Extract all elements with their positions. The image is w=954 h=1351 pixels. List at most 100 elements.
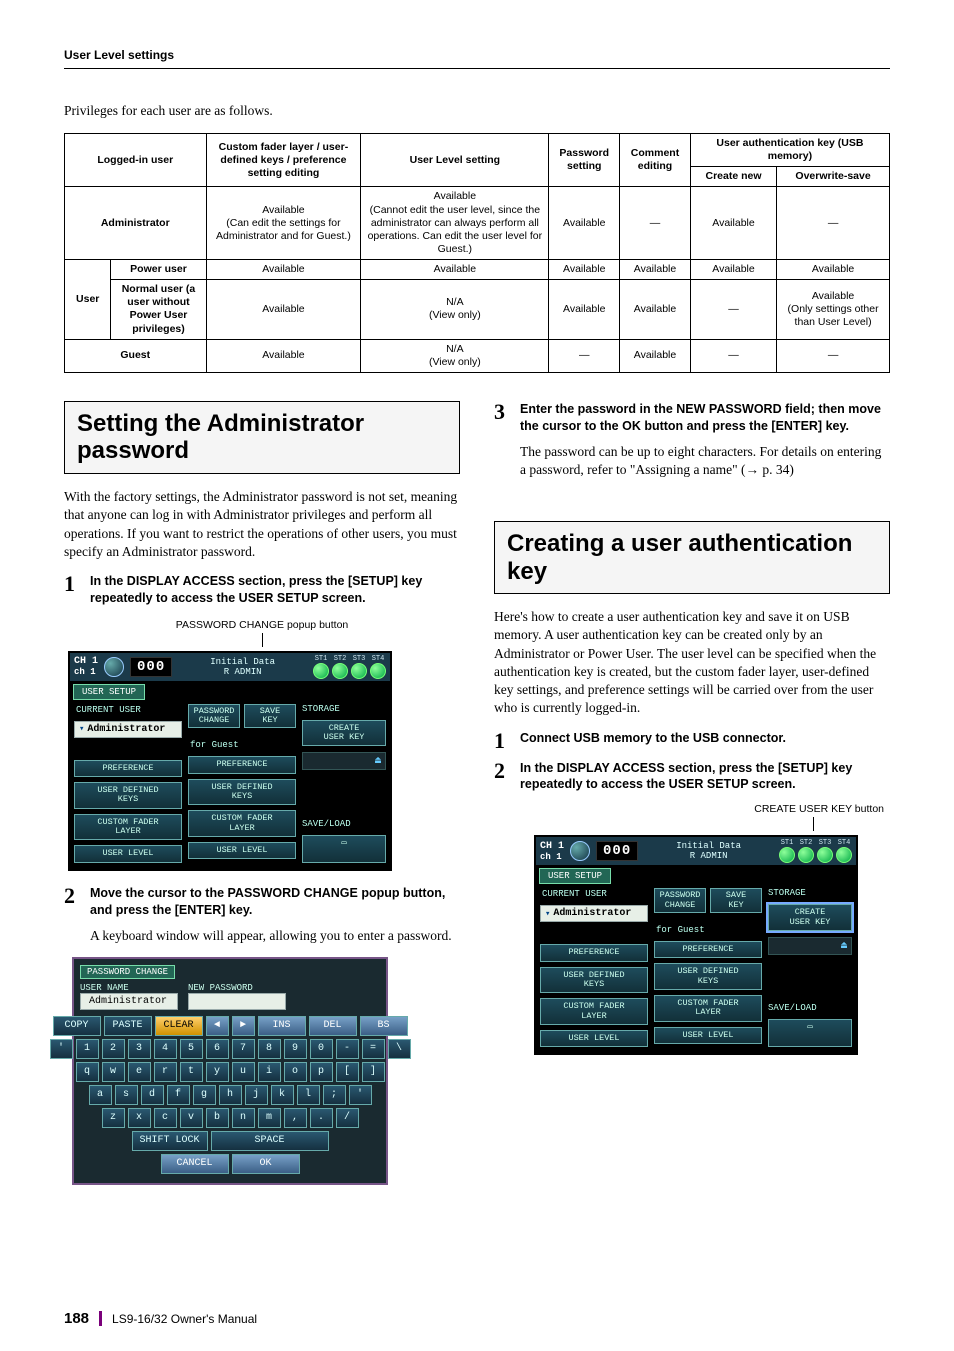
kbd-key[interactable]: 1 <box>76 1039 99 1059</box>
row-power: Power user <box>111 260 206 280</box>
save-key-button[interactable]: SAVE KEY <box>244 704 296 729</box>
kbd-key[interactable]: g <box>193 1085 216 1105</box>
kbd-key[interactable]: s <box>115 1085 138 1105</box>
kbd-key[interactable]: q <box>76 1062 99 1082</box>
kbd-key[interactable]: 8 <box>258 1039 281 1059</box>
kbd-key[interactable]: a <box>89 1085 112 1105</box>
step: 1 Connect USB memory to the USB connecto… <box>494 730 890 752</box>
kbd-key[interactable]: l <box>297 1085 320 1105</box>
kbd-key[interactable]: u <box>232 1062 255 1082</box>
user-level-button[interactable]: USER LEVEL <box>74 845 182 862</box>
kbd-key[interactable]: p <box>310 1062 333 1082</box>
kbd-key[interactable]: y <box>206 1062 229 1082</box>
kbd-key[interactable]: f <box>167 1085 190 1105</box>
kbd-key[interactable]: 3 <box>128 1039 151 1059</box>
kbd-key[interactable]: 5 <box>180 1039 203 1059</box>
user-level-guest-button[interactable]: USER LEVEL <box>654 1027 762 1044</box>
preference-button[interactable]: PREFERENCE <box>540 944 648 961</box>
kbd-key[interactable]: [ <box>336 1062 359 1082</box>
lcd-tab-user-setup[interactable]: USER SETUP <box>539 868 611 884</box>
kbd-key[interactable]: ' <box>349 1085 372 1105</box>
kbd-ok[interactable]: OK <box>232 1154 300 1174</box>
kbd-right-arrow[interactable]: ► <box>232 1016 255 1036</box>
custom-fader-layer-button[interactable]: CUSTOM FADER LAYER <box>540 998 648 1025</box>
kbd-key[interactable]: m <box>258 1108 281 1128</box>
kbd-key[interactable]: - <box>336 1039 359 1059</box>
custom-fader-layer-guest-button[interactable]: CUSTOM FADER LAYER <box>654 995 762 1022</box>
usb-slot-icon: ⏏ <box>302 752 386 770</box>
kbd-key[interactable]: 6 <box>206 1039 229 1059</box>
kbd-key[interactable]: \ <box>388 1039 411 1059</box>
user-defined-keys-button[interactable]: USER DEFINED KEYS <box>540 967 648 994</box>
kbd-key[interactable]: r <box>154 1062 177 1082</box>
lcd-user-field[interactable]: ▾Administrator <box>540 905 648 922</box>
kbd-shift-lock[interactable]: SHIFT LOCK <box>132 1131 208 1151</box>
lcd-tab-user-setup[interactable]: USER SETUP <box>73 684 145 700</box>
kbd-row: '1234567890-=\ <box>80 1039 380 1059</box>
save-key-button[interactable]: SAVE KEY <box>710 888 762 913</box>
st-indicator-icon <box>313 663 329 679</box>
kbd-key[interactable]: ] <box>362 1062 385 1082</box>
kbd-key[interactable]: k <box>271 1085 294 1105</box>
kbd-key[interactable]: b <box>206 1108 229 1128</box>
kbd-key[interactable]: c <box>154 1108 177 1128</box>
kbd-key[interactable]: 9 <box>284 1039 307 1059</box>
password-change-button[interactable]: PASSWORD CHANGE <box>188 704 240 729</box>
table-row: Administrator Available (Can edit the se… <box>65 187 890 260</box>
preference-guest-button[interactable]: PREFERENCE <box>188 756 296 773</box>
kbd-key[interactable]: . <box>310 1108 333 1128</box>
custom-fader-layer-button[interactable]: CUSTOM FADER LAYER <box>74 814 182 841</box>
password-change-button[interactable]: PASSWORD CHANGE <box>654 888 706 913</box>
create-user-key-button[interactable]: CREATE USER KEY <box>768 904 852 931</box>
kbd-key[interactable]: h <box>219 1085 242 1105</box>
kbd-key[interactable]: z <box>102 1108 125 1128</box>
sec1-para: With the factory settings, the Administr… <box>64 488 460 561</box>
kbd-paste[interactable]: PASTE <box>104 1016 152 1036</box>
kbd-key[interactable]: 7 <box>232 1039 255 1059</box>
kbd-key[interactable]: e <box>128 1062 151 1082</box>
kbd-ins[interactable]: INS <box>258 1016 306 1036</box>
save-load-button[interactable]: ▭ <box>302 835 386 863</box>
kbd-copy[interactable]: COPY <box>53 1016 101 1036</box>
user-level-guest-button[interactable]: USER LEVEL <box>188 842 296 859</box>
kbd-key[interactable]: n <box>232 1108 255 1128</box>
step: 2 In the DISPLAY ACCESS section, press t… <box>494 760 890 794</box>
kbd-key[interactable]: 4 <box>154 1039 177 1059</box>
kbd-key[interactable]: v <box>180 1108 203 1128</box>
lcd-scene-number: 000 <box>130 657 172 677</box>
custom-fader-layer-guest-button[interactable]: CUSTOM FADER LAYER <box>188 810 296 837</box>
kbd-del[interactable]: DEL <box>309 1016 357 1036</box>
kbd-key[interactable]: w <box>102 1062 125 1082</box>
lcd-user-field[interactable]: ▾Administrator <box>74 721 182 738</box>
kbd-key[interactable]: o <box>284 1062 307 1082</box>
kbd-key[interactable]: d <box>141 1085 164 1105</box>
kbd-cancel[interactable]: CANCEL <box>161 1154 229 1174</box>
kbd-newpw-field[interactable] <box>188 993 286 1010</box>
st-label: ST4 <box>372 655 385 663</box>
kbd-bs[interactable]: BS <box>360 1016 408 1036</box>
kbd-key[interactable]: , <box>284 1108 307 1128</box>
create-user-key-button[interactable]: CREATE USER KEY <box>302 720 386 747</box>
kbd-left-arrow[interactable]: ◄ <box>206 1016 229 1036</box>
kbd-key[interactable]: j <box>245 1085 268 1105</box>
user-defined-keys-button[interactable]: USER DEFINED KEYS <box>74 782 182 809</box>
kbd-key[interactable]: 0 <box>310 1039 333 1059</box>
lcd-scene-title: Initial Data <box>178 657 307 667</box>
kbd-key[interactable]: / <box>336 1108 359 1128</box>
user-defined-keys-guest-button[interactable]: USER DEFINED KEYS <box>188 779 296 806</box>
kbd-clear[interactable]: CLEAR <box>155 1016 203 1036</box>
preference-button[interactable]: PREFERENCE <box>74 760 182 777</box>
kbd-key[interactable]: ; <box>323 1085 346 1105</box>
kbd-key[interactable]: ' <box>50 1039 73 1059</box>
kbd-key[interactable]: t <box>180 1062 203 1082</box>
page-footer: 188 LS9-16/32 Owner's Manual <box>64 1310 257 1327</box>
kbd-space[interactable]: SPACE <box>211 1131 329 1151</box>
preference-guest-button[interactable]: PREFERENCE <box>654 941 762 958</box>
kbd-key[interactable]: i <box>258 1062 281 1082</box>
kbd-key[interactable]: x <box>128 1108 151 1128</box>
kbd-key[interactable]: = <box>362 1039 385 1059</box>
user-defined-keys-guest-button[interactable]: USER DEFINED KEYS <box>654 963 762 990</box>
user-level-button[interactable]: USER LEVEL <box>540 1030 648 1047</box>
kbd-key[interactable]: 2 <box>102 1039 125 1059</box>
save-load-button[interactable]: ▭ <box>768 1019 852 1047</box>
